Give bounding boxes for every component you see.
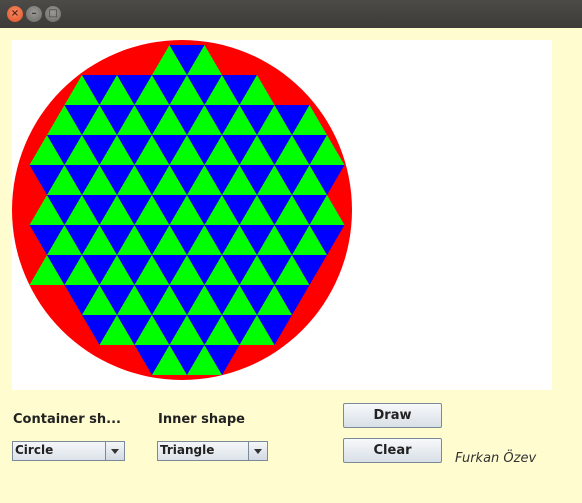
shape-drawing [12, 40, 352, 380]
close-icon[interactable]: × [7, 6, 23, 22]
window-titlebar: × – □ [0, 0, 582, 28]
drawing-canvas [12, 40, 552, 390]
container-shape-select[interactable]: Circle [12, 441, 125, 461]
inner-shape-select[interactable]: Triangle [157, 441, 268, 461]
maximize-icon[interactable]: □ [45, 6, 61, 22]
container-shape-value: Circle [15, 443, 54, 457]
draw-button[interactable]: Draw [343, 403, 442, 428]
inner-shape-label: Inner shape [158, 412, 245, 427]
author-credit: Furkan Özev [455, 451, 537, 466]
clear-button[interactable]: Clear [343, 438, 442, 463]
chevron-down-icon[interactable] [248, 442, 267, 460]
chevron-down-icon[interactable] [105, 442, 124, 460]
container-shape-label: Container sh... [13, 412, 121, 427]
minimize-icon[interactable]: – [26, 6, 42, 22]
inner-shape-value: Triangle [160, 443, 215, 457]
